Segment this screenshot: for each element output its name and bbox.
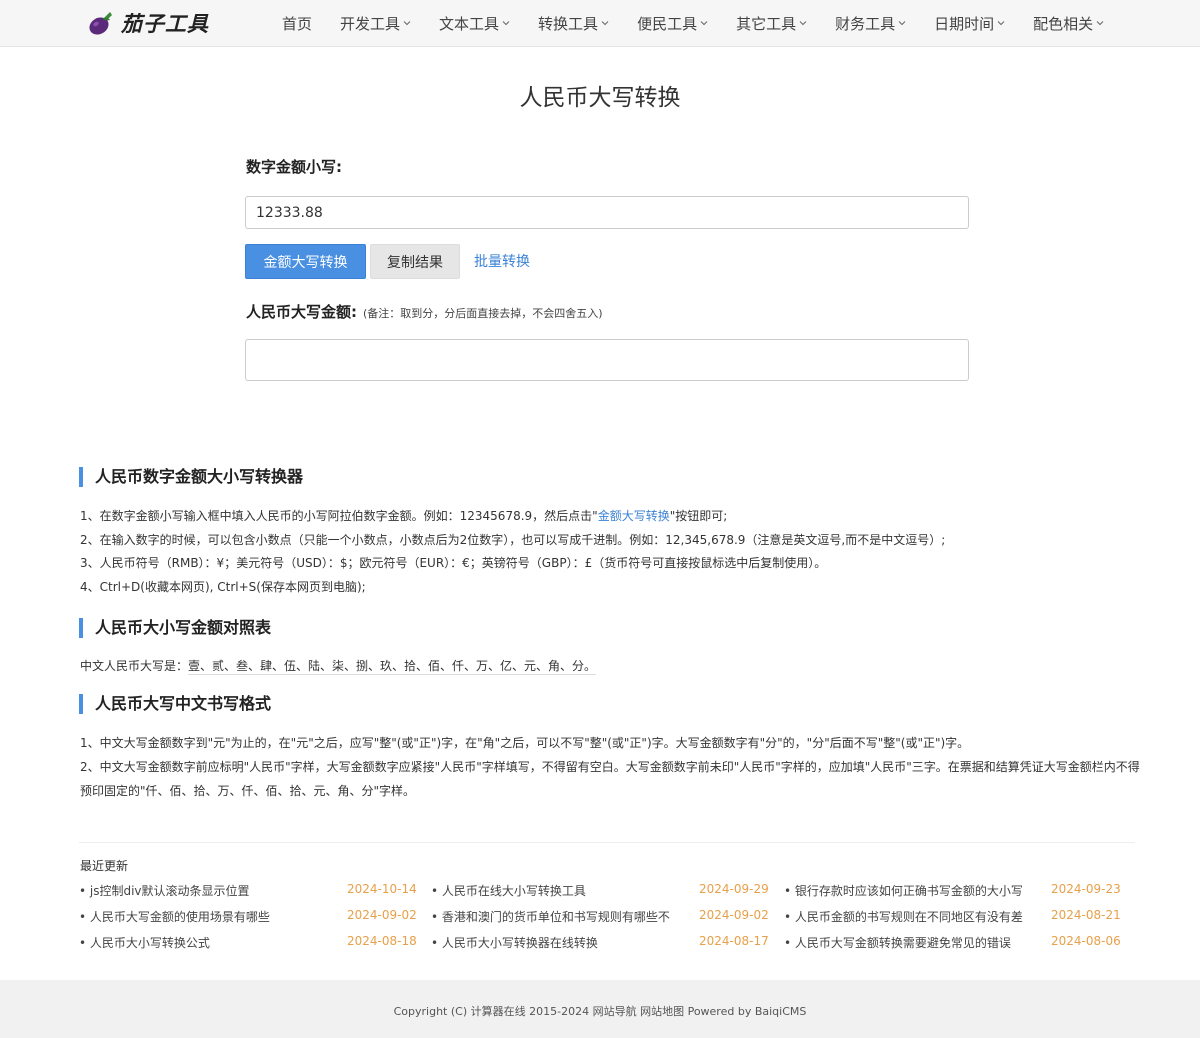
- recent-article-date: 2024-09-02: [347, 908, 417, 922]
- recent-title: 最近更新: [80, 859, 129, 873]
- section-title-converter: 人民币数字金额大小写转换器: [79, 467, 303, 487]
- converter-step-1: 1、在数字金额小写输入框中填入人民币的小写阿拉伯数字金额。例如：12345678…: [80, 508, 727, 524]
- amount-input[interactable]: [245, 196, 969, 229]
- nav-item-label: 便民工具: [637, 15, 698, 33]
- nav-item-label: 配色相关: [1033, 15, 1094, 33]
- recent-article-date: 2024-09-23: [1051, 882, 1121, 896]
- recent-article-link[interactable]: • 银行存款时应该如何正确书写金额的大小写: [784, 882, 1045, 899]
- nav-item-7[interactable]: 日期时间: [934, 13, 1005, 34]
- nav-item-3[interactable]: 转换工具: [538, 13, 609, 34]
- chevron-down-icon: [997, 20, 1005, 25]
- footer-text: Copyright (C) 计算器在线 2015-2024 网站导航 网站地图 …: [393, 1005, 807, 1018]
- convert-inline-link[interactable]: 金额大写转换: [598, 509, 670, 523]
- nav-item-5[interactable]: 其它工具: [736, 13, 807, 34]
- converter-step-3: 3、人民币符号（RMB）：¥；美元符号（USD）：$；欧元符号（EUR）：€；英…: [80, 556, 827, 570]
- converter-step-4: 4、Ctrl+D(收藏本网页), Ctrl+S(保存本网页到电脑);: [80, 580, 366, 594]
- format-rule-1: 1、中文大写金额数字到"元"为止的，在"元"之后，应写"整"(或"正")字，在"…: [80, 736, 970, 750]
- nav-item-4[interactable]: 便民工具: [637, 13, 708, 34]
- nav-item-label: 文本工具: [439, 15, 500, 33]
- nav-item-label: 日期时间: [934, 15, 995, 33]
- convert-button[interactable]: 金额大写转换: [245, 244, 366, 279]
- step-1-post: "按钮即可;: [669, 509, 728, 523]
- recent-article-date: 2024-08-06: [1051, 934, 1121, 948]
- chars-prefix: 中文人民币大写是：: [80, 659, 189, 673]
- batch-convert-link[interactable]: 批量转换: [474, 251, 530, 271]
- nav-item-label: 财务工具: [835, 15, 896, 33]
- nav-item-8[interactable]: 配色相关: [1033, 13, 1104, 34]
- copy-result-button[interactable]: 复制结果: [370, 244, 460, 279]
- recent-article-date: 2024-08-21: [1051, 908, 1121, 922]
- recent-article-link[interactable]: • 人民币大小写转换公式: [79, 934, 341, 951]
- recent-article-date: 2024-10-14: [347, 882, 417, 896]
- section-title-format: 人民币大写中文书写格式: [79, 694, 271, 714]
- recent-article-link[interactable]: • 人民币在线大小写转换工具: [431, 882, 693, 899]
- converter-step-2: 2、在输入数字的时候，可以包含小数点（只能一个小数点，小数点后为2位数字），也可…: [80, 533, 946, 547]
- recent-article-link[interactable]: • 人民币金额的书写规则在不同地区有没有差: [784, 908, 1045, 925]
- chevron-down-icon: [1096, 20, 1104, 25]
- chars-list: 壹、贰、叁、肆、伍、陆、柒、捌、玖、拾、佰、仟、万、亿、元、角、分。: [188, 659, 597, 675]
- divider: [79, 842, 1135, 843]
- recent-article-link[interactable]: • 人民币大写金额转换需要避免常见的错误: [784, 934, 1045, 951]
- chevron-down-icon: [502, 20, 510, 25]
- chevron-down-icon: [601, 20, 609, 25]
- recent-article-link[interactable]: • js控制div默认滚动条显示位置: [79, 882, 341, 899]
- recent-article-link[interactable]: • 人民币大写金额的使用场景有哪些: [79, 908, 341, 925]
- recent-article-date: 2024-08-18: [347, 934, 417, 948]
- recent-article-date: 2024-09-29: [699, 882, 769, 896]
- recent-article-date: 2024-09-02: [699, 908, 769, 922]
- chevron-down-icon: [898, 20, 906, 25]
- logo-text: 茄子工具: [121, 12, 209, 36]
- nav-item-label: 转换工具: [538, 15, 599, 33]
- nav-item-label: 其它工具: [736, 15, 797, 33]
- nav-item-6[interactable]: 财务工具: [835, 13, 906, 34]
- recent-article-link[interactable]: • 香港和澳门的货币单位和书写规则有哪些不: [431, 908, 693, 925]
- step-1-pre: 1、在数字金额小写输入框中填入人民币的小写阿拉伯数字金额。例如：12345678…: [80, 509, 598, 523]
- nav-item-label: 开发工具: [340, 15, 401, 33]
- recent-article-date: 2024-08-17: [699, 934, 769, 948]
- format-rule-2: 2、中文大写金额数字前应标明"人民币"字样，大写金额数字应紧接"人民币"字样填写…: [80, 760, 1140, 798]
- chinese-chars-line: 中文人民币大写是：壹、贰、叁、肆、伍、陆、柒、捌、玖、拾、佰、仟、万、亿、元、角…: [80, 657, 597, 675]
- nav-item-2[interactable]: 文本工具: [439, 13, 510, 34]
- nav-item-label: 首页: [282, 15, 313, 33]
- site-logo[interactable]: 茄子工具: [86, 8, 209, 38]
- main-nav: 首页 开发工具 文本工具 转换工具 便民工具 其它工具 财务工具 日期时间 配色相关: [270, 0, 1132, 47]
- result-label-text: 人民币大写金额:: [246, 303, 357, 321]
- nav-item-0[interactable]: 首页: [282, 13, 312, 34]
- chevron-down-icon: [799, 20, 807, 25]
- chevron-down-icon: [403, 20, 411, 25]
- top-header: 茄子工具 首页 开发工具 文本工具 转换工具 便民工具 其它工具 财务工具 日期时间 配色相关: [0, 0, 1200, 47]
- footer: Copyright (C) 计算器在线 2015-2024 网站导航 网站地图 …: [0, 980, 1200, 1038]
- eggplant-icon: [89, 12, 112, 35]
- result-note: (备注：取到分，分后面直接去掉，不会四舍五入): [363, 307, 603, 320]
- result-label: 人民币大写金额: (备注：取到分，分后面直接去掉，不会四舍五入): [246, 301, 603, 322]
- page-title: 人民币大写转换: [519, 85, 681, 111]
- section-title-table: 人民币大小写金额对照表: [79, 618, 271, 638]
- result-output[interactable]: [245, 339, 969, 381]
- input-label: 数字金额小写:: [246, 158, 342, 176]
- nav-item-1[interactable]: 开发工具: [340, 13, 411, 34]
- recent-article-link[interactable]: • 人民币大小写转换器在线转换: [431, 934, 693, 951]
- chevron-down-icon: [700, 20, 708, 25]
